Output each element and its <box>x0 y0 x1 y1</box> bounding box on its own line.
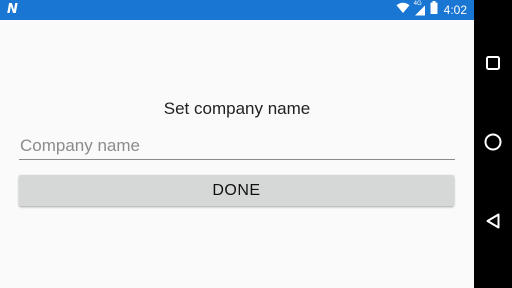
clock-time: 4:02 <box>443 3 467 17</box>
back-triangle-icon <box>486 213 500 234</box>
cellular-signal-icon: 4G <box>414 1 426 16</box>
battery-icon <box>430 1 438 19</box>
square-icon <box>486 55 500 75</box>
n-notification-icon: N <box>7 2 18 17</box>
status-bar: N 4G 4:02 <box>0 0 474 20</box>
app-screen: N 4G 4:02 Set company name Company name … <box>0 0 512 288</box>
done-button[interactable]: DONE <box>19 175 454 206</box>
status-icons: 4G 4:02 <box>396 0 467 20</box>
main-content: Set company name DONE <box>0 20 474 288</box>
back-button[interactable] <box>480 210 506 236</box>
recent-apps-button[interactable] <box>480 52 506 78</box>
page-title: Set company name <box>163 99 311 118</box>
wifi-icon <box>396 1 410 19</box>
home-button[interactable] <box>480 131 506 157</box>
navigation-bar <box>474 0 512 288</box>
circle-icon <box>484 133 502 156</box>
company-name-input[interactable] <box>19 133 455 160</box>
